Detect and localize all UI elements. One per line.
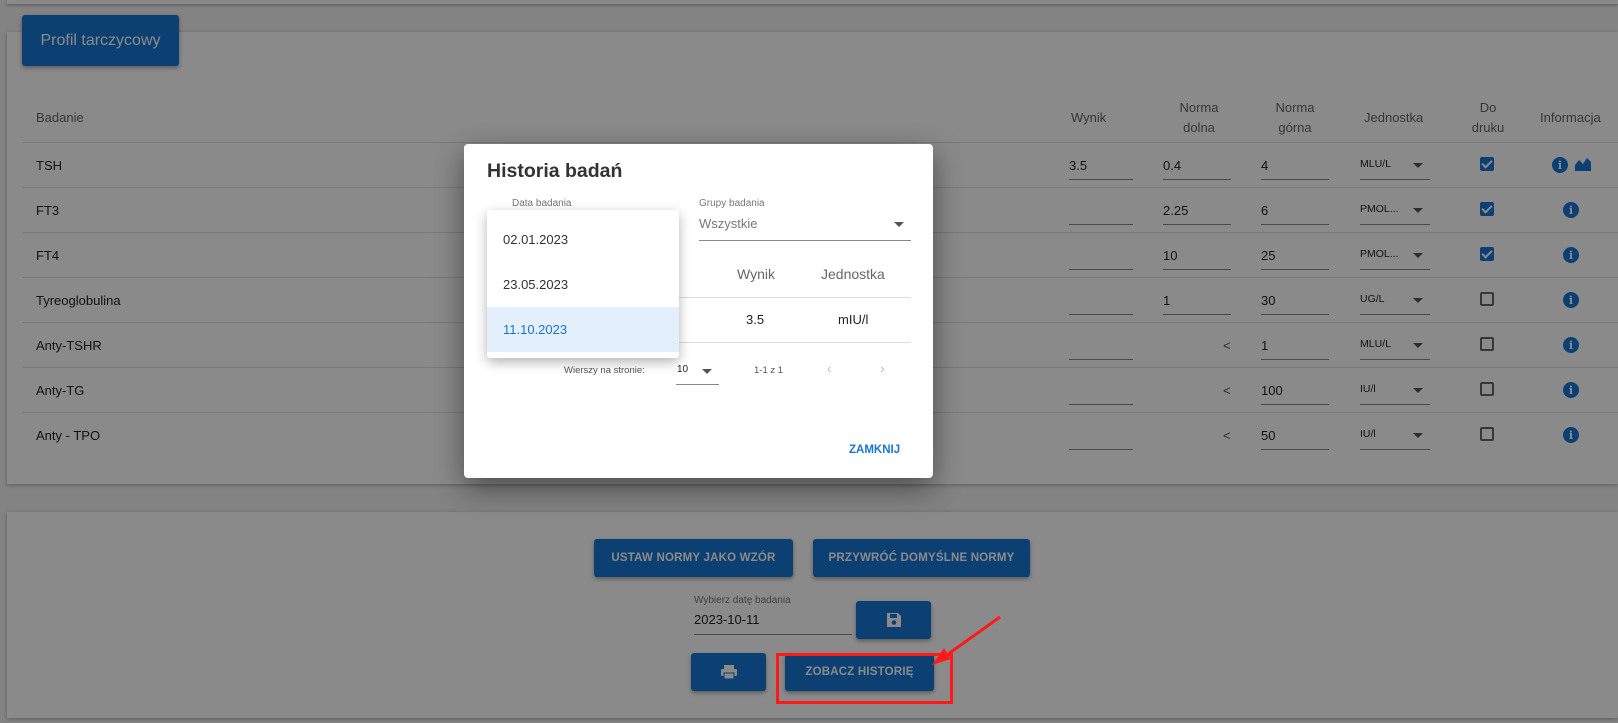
annotation-arrow xyxy=(932,615,1001,665)
